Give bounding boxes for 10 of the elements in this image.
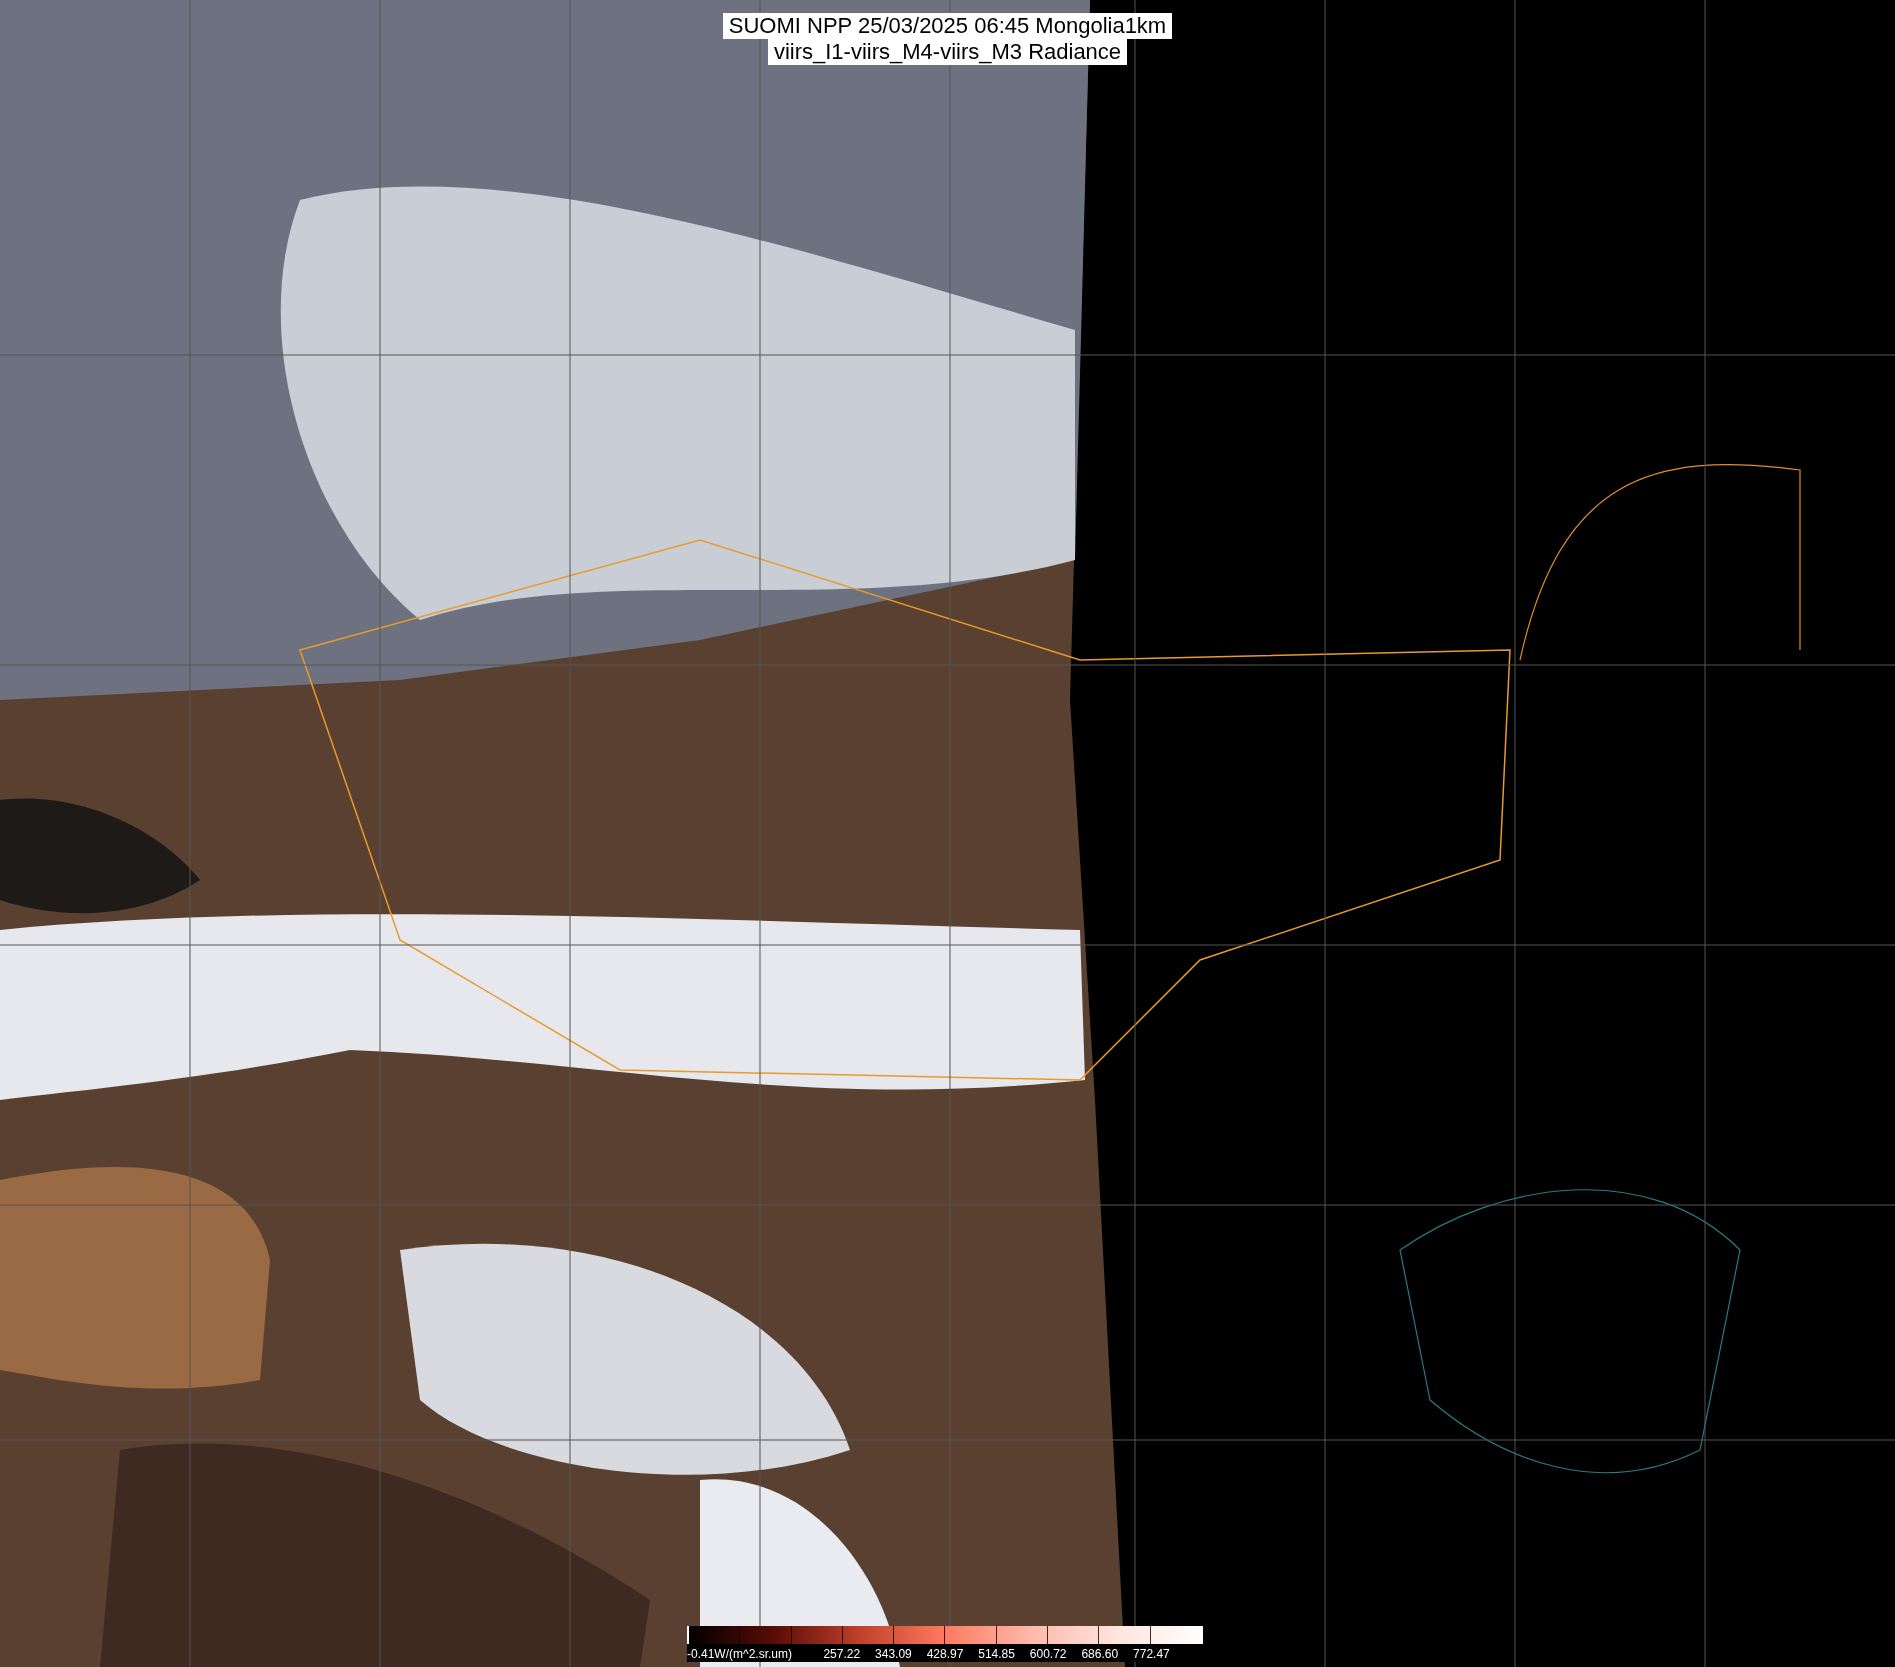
unit-label: -0.41W/(m^2.sr.um) xyxy=(687,1646,792,1663)
tick-label: 686.60 xyxy=(1081,1646,1119,1663)
tick-label: 257.22 xyxy=(823,1646,861,1663)
tick-label: 428.97 xyxy=(926,1646,964,1663)
tick-label: 514.85 xyxy=(978,1646,1015,1663)
tick-label: 772.47 xyxy=(1133,1646,1170,1663)
tick-label: 343.09 xyxy=(875,1646,912,1663)
tick-label: 600.72 xyxy=(1029,1646,1067,1663)
map-title: SUOMI NPP 25/03/2025 06:45 Mongolia1km xyxy=(722,13,1173,39)
map-title: viirs_I1-viirs_M4-viirs_M3 Radiance xyxy=(767,39,1128,65)
